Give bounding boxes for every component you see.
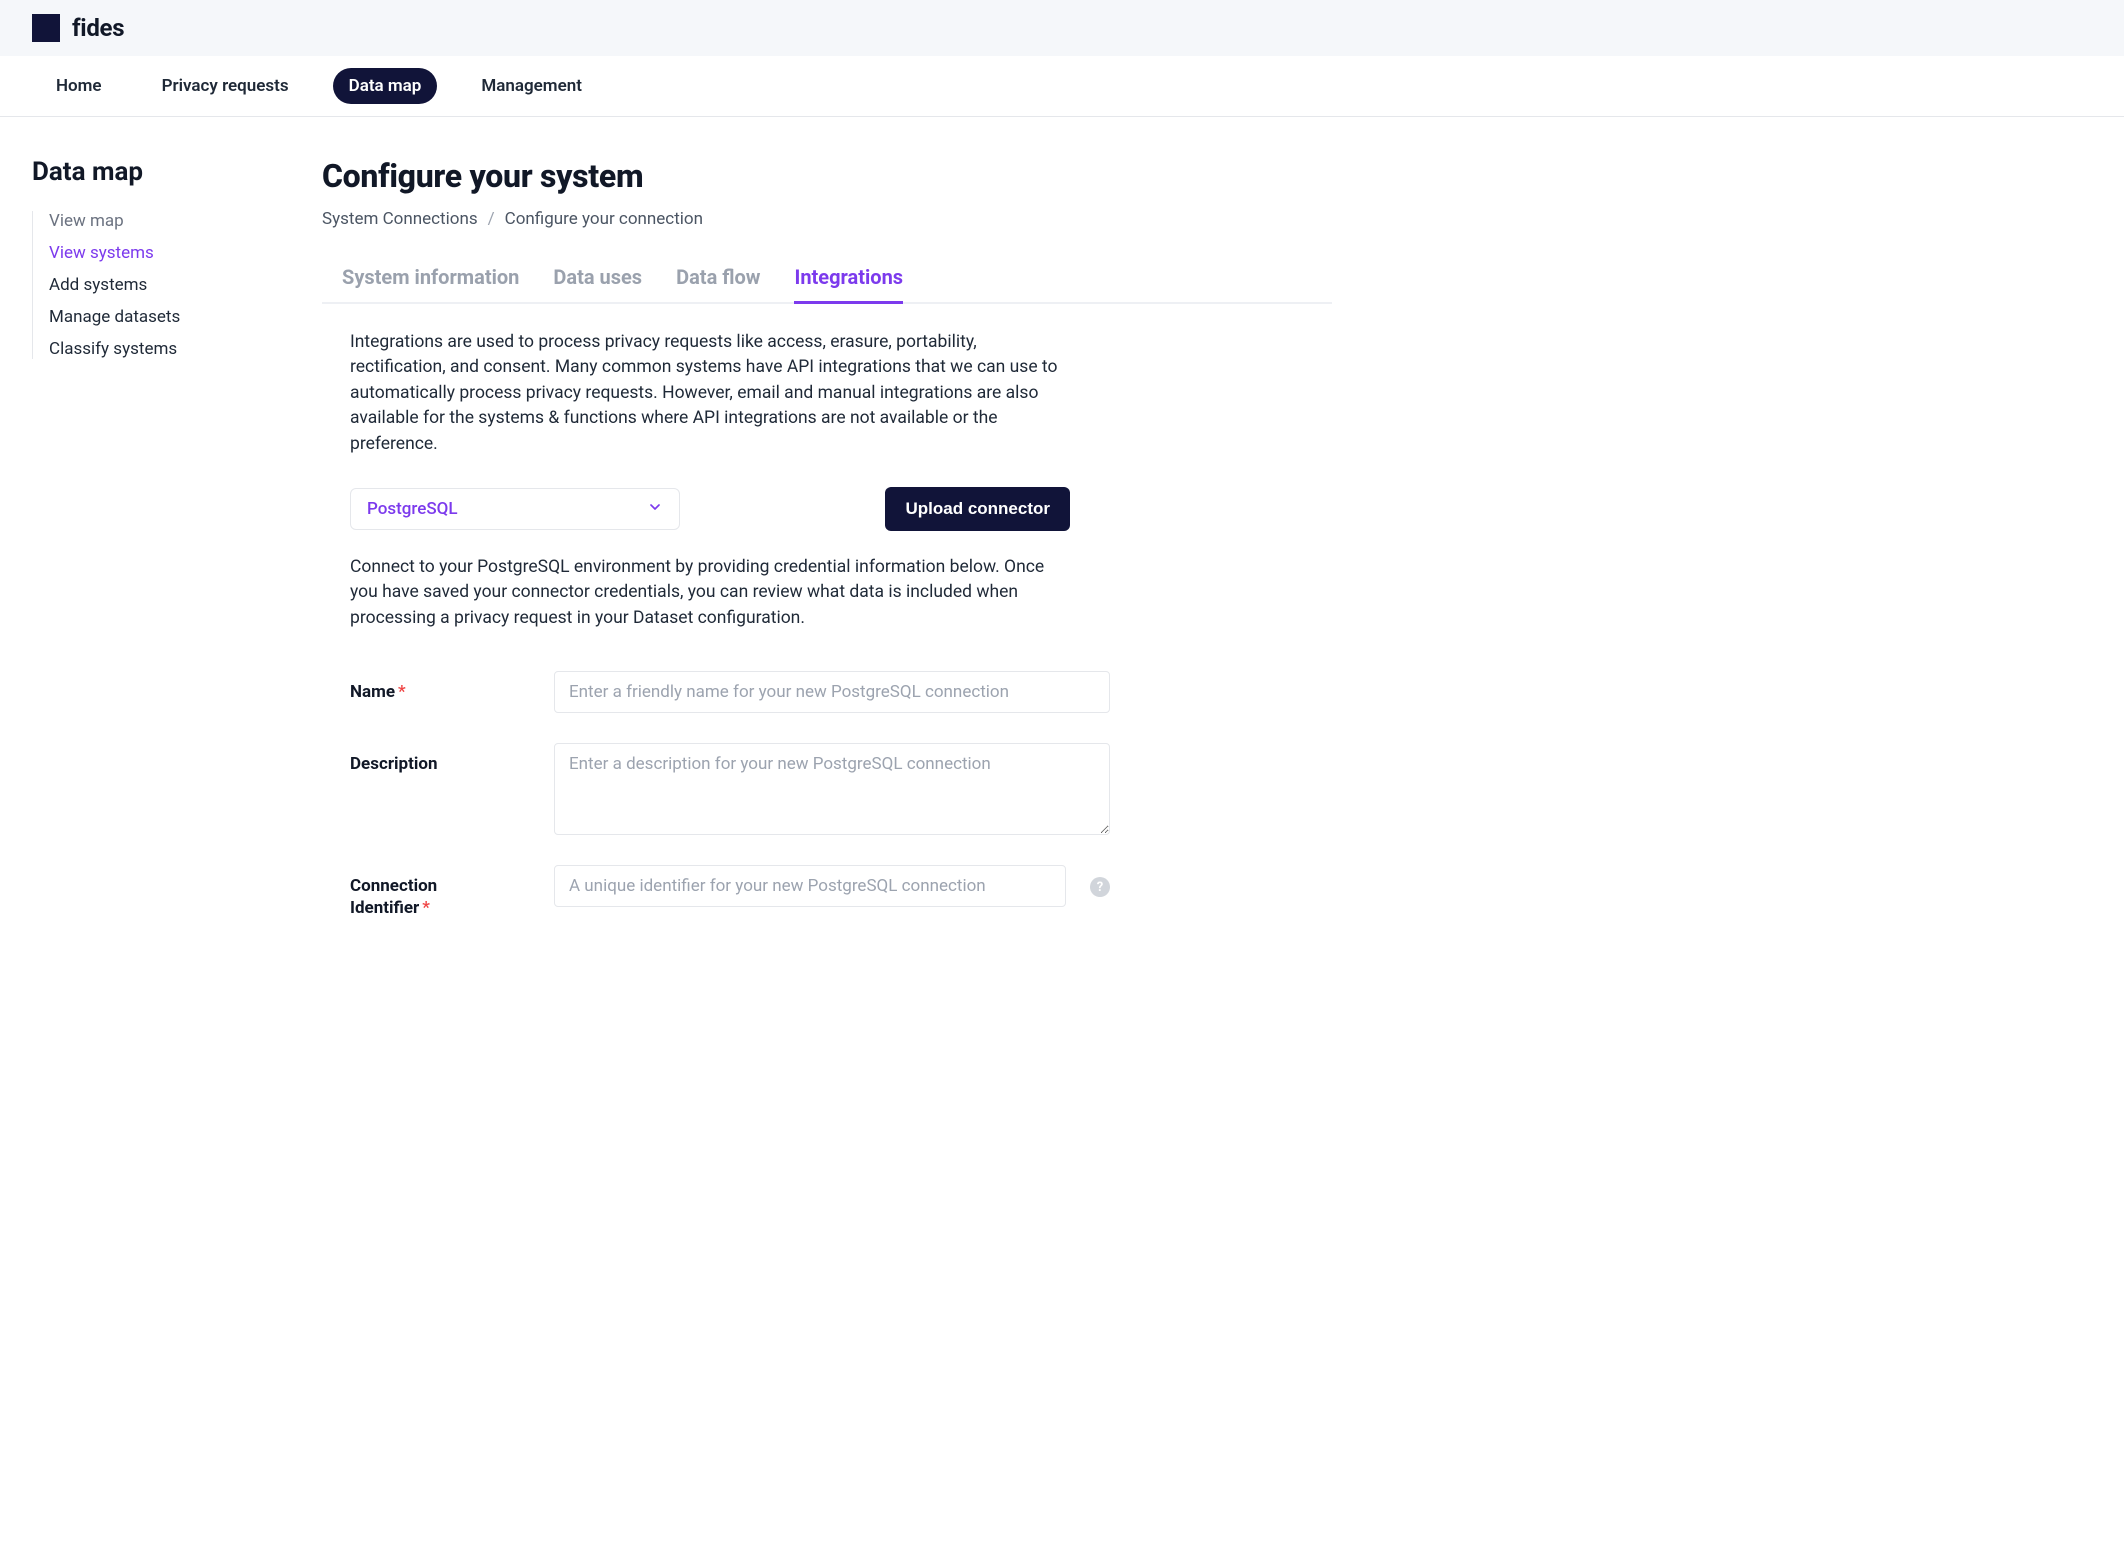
sidebar-title: Data map [32,157,268,187]
content-tabs: System information Data uses Data flow I… [322,265,1332,304]
sidebar-list: View map View systems Add systems Manage… [32,211,268,359]
connection-identifier-label-line1: Connection [350,876,437,896]
connector-helper-text: Connect to your PostgreSQL environment b… [350,555,1070,631]
connector-type-value: PostgreSQL [367,499,458,519]
main-nav: Home Privacy requests Data map Managemen… [0,56,2124,117]
sidebar-item-manage-datasets[interactable]: Manage datasets [49,307,268,327]
connector-type-select[interactable]: PostgreSQL [350,488,680,530]
description-label-text: Description [350,754,437,774]
breadcrumb-item-1[interactable]: System Connections [322,209,478,229]
breadcrumb: System Connections / Configure your conn… [322,209,1332,229]
brand-name: fides [72,14,124,42]
tab-system-information[interactable]: System information [342,265,519,304]
connection-identifier-label: Connection Identifier* [350,865,530,919]
name-label: Name* [350,671,530,703]
connection-identifier-input[interactable] [554,865,1066,907]
connection-identifier-label-line2: Identifier [350,898,419,918]
tab-data-uses[interactable]: Data uses [553,265,642,304]
description-label: Description [350,743,530,775]
sidebar-item-add-systems[interactable]: Add systems [49,275,268,295]
nav-management[interactable]: Management [465,68,598,104]
form-row-connection-identifier: Connection Identifier* ? [350,865,1110,919]
topbar: fides [0,0,2124,56]
breadcrumb-item-2: Configure your connection [505,209,703,229]
tab-data-flow[interactable]: Data flow [676,265,760,304]
sidebar-item-view-systems[interactable]: View systems [49,243,268,263]
page-title: Configure your system [322,157,1332,195]
logo-mark-icon [32,14,60,42]
name-input[interactable] [554,671,1110,713]
required-asterisk: * [398,682,406,702]
description-input[interactable] [554,743,1110,835]
upload-connector-button[interactable]: Upload connector [885,487,1070,531]
help-icon[interactable]: ? [1090,877,1110,897]
chevron-down-icon [647,499,663,519]
nav-privacy-requests[interactable]: Privacy requests [146,68,305,104]
sidebar-item-view-map[interactable]: View map [49,211,268,231]
integrations-intro-text: Integrations are used to process privacy… [350,330,1070,457]
nav-home[interactable]: Home [40,68,118,104]
name-label-text: Name [350,682,395,702]
breadcrumb-separator: / [488,209,495,229]
nav-data-map[interactable]: Data map [333,68,438,104]
form-row-name: Name* [350,671,1110,713]
sidebar-item-classify-systems[interactable]: Classify systems [49,339,268,359]
tab-integrations[interactable]: Integrations [794,265,903,304]
main-content: Configure your system System Connections… [292,157,1332,949]
sidebar: Data map View map View systems Add syste… [32,157,292,949]
form-row-description: Description [350,743,1110,835]
connector-selector-row: PostgreSQL Upload connector [350,487,1070,531]
required-asterisk: * [422,898,430,918]
